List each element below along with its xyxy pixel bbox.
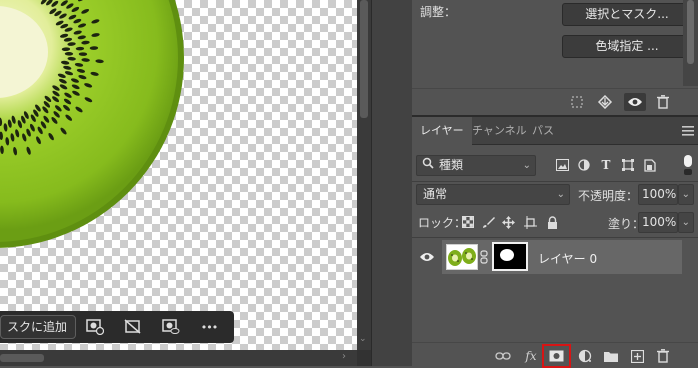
layer-visibility-icon[interactable] — [412, 240, 442, 274]
blend-mode-value: 通常 — [423, 187, 448, 201]
add-mask-button[interactable]: スクに追加 — [0, 315, 77, 339]
fill-input[interactable]: 100% — [638, 212, 678, 233]
more-icon[interactable]: ••• — [190, 313, 228, 341]
layer-thumbnail[interactable] — [446, 244, 478, 270]
select-and-mask-button[interactable]: 選択とマスク... — [562, 3, 692, 26]
search-icon — [422, 156, 434, 175]
chevron-down-icon: ⌄ — [681, 217, 690, 228]
chevron-down-icon: ⌄ — [522, 160, 531, 171]
lock-label: ロック： — [418, 216, 467, 230]
visibility-icon[interactable] — [624, 93, 646, 111]
properties-footer — [412, 88, 698, 115]
mask-options-icon[interactable] — [76, 313, 114, 341]
fx-icon[interactable]: fx — [520, 346, 542, 366]
canvas-horizontal-scrollbar[interactable]: › — [0, 350, 357, 366]
chevron-down-icon: ⌄ — [681, 189, 690, 200]
divider — [412, 237, 698, 238]
adjustment-filter-icon[interactable] — [576, 157, 592, 173]
mask-link-icon[interactable] — [480, 250, 488, 267]
document-canvas[interactable] — [0, 0, 357, 350]
lock-position-icon[interactable] — [500, 214, 516, 230]
apply-mask-icon[interactable] — [596, 93, 614, 111]
link-layers-icon[interactable] — [492, 346, 514, 366]
layer-name[interactable]: レイヤー 0 — [538, 250, 597, 267]
fill-dropdown[interactable]: ⌄ — [678, 212, 694, 233]
add-mask-icon[interactable] — [545, 346, 567, 366]
adjustment-layer-icon[interactable] — [574, 346, 596, 366]
panel-gutter — [371, 0, 412, 366]
divider — [412, 181, 698, 182]
tab-layers[interactable]: レイヤー — [412, 117, 472, 146]
tab-paths[interactable]: パス — [524, 117, 562, 145]
layers-footer: fx — [412, 342, 698, 368]
contextual-taskbar: スクに追加 ••• — [0, 311, 234, 343]
lock-transparent-icon[interactable] — [460, 214, 476, 230]
kiwi-image — [0, 0, 184, 248]
color-range-button[interactable]: 色域指定 ... — [562, 35, 692, 58]
opacity-label: 不透明度： — [578, 189, 639, 203]
scroll-corner — [357, 350, 371, 366]
filter-kind-dropdown[interactable]: 種類 ⌄ — [416, 155, 536, 176]
scroll-right-icon[interactable]: › — [342, 351, 346, 362]
layer-mask-thumbnail[interactable] — [492, 242, 528, 271]
panel-menu-icon[interactable] — [682, 125, 694, 139]
chevron-down-icon: ⌄ — [556, 189, 565, 200]
layers-panel: レイヤー チャンネル パス 種類 ⌄ T 通常 ⌄ 不透明度： 100% ⌄ ロ… — [412, 115, 698, 368]
scroll-down-icon[interactable]: ⌄ — [359, 334, 367, 344]
invert-mask-icon[interactable] — [114, 313, 152, 341]
new-layer-icon[interactable] — [626, 346, 648, 366]
delete-layer-icon[interactable] — [652, 346, 674, 366]
scroll-thumb[interactable] — [0, 354, 44, 362]
view-mask-icon[interactable] — [152, 313, 190, 341]
layers-panel-tabs: レイヤー チャンネル パス — [412, 117, 698, 146]
lock-image-icon[interactable] — [480, 214, 496, 230]
adjust-label: 調整： — [420, 5, 457, 19]
group-icon[interactable] — [600, 346, 622, 366]
scroll-thumb[interactable] — [360, 0, 368, 118]
type-filter-icon[interactable]: T — [598, 157, 614, 173]
filter-kind-value: 種類 — [439, 158, 464, 172]
opacity-input[interactable]: 100% — [638, 184, 678, 205]
delete-icon[interactable] — [654, 93, 672, 111]
canvas-vertical-scrollbar[interactable]: ⌄ — [357, 0, 371, 350]
properties-scrollbar[interactable] — [683, 0, 698, 86]
lock-artboard-icon[interactable] — [522, 214, 538, 230]
filter-toggle[interactable] — [684, 155, 692, 175]
scroll-thumb[interactable] — [687, 0, 694, 64]
load-selection-icon[interactable] — [568, 93, 586, 111]
shape-filter-icon[interactable] — [620, 157, 636, 173]
lock-all-icon[interactable] — [544, 214, 560, 230]
pixel-filter-icon[interactable] — [554, 157, 570, 173]
opacity-dropdown[interactable]: ⌄ — [678, 184, 694, 205]
blend-mode-dropdown[interactable]: 通常 ⌄ — [416, 184, 570, 205]
smart-object-filter-icon[interactable] — [642, 157, 658, 173]
